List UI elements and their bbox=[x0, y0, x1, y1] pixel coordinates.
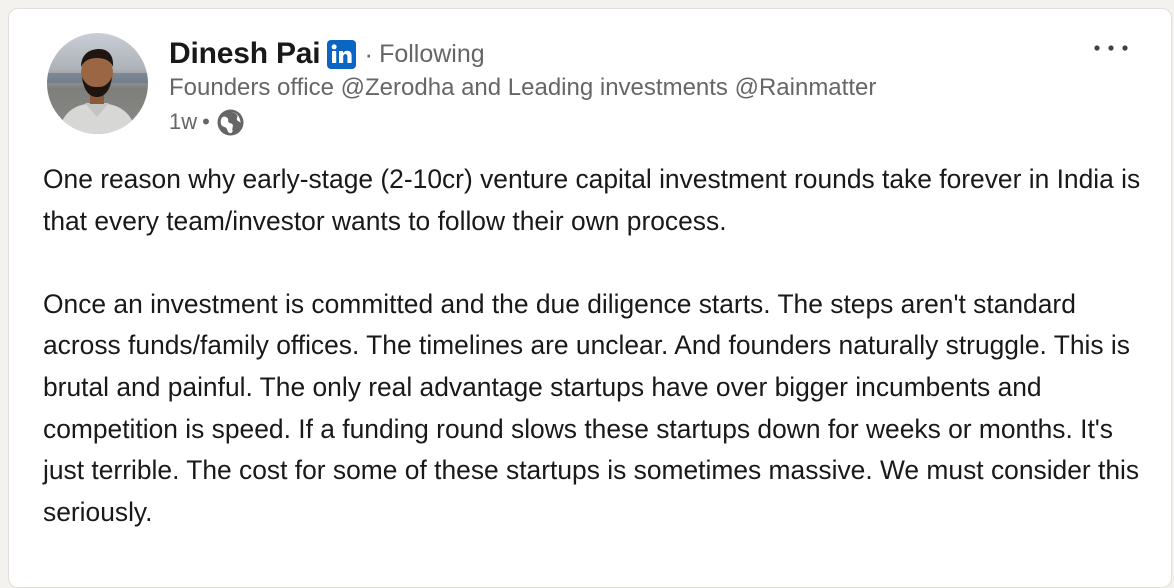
more-horizontal-icon bbox=[1094, 45, 1128, 51]
profile-photo bbox=[47, 33, 148, 134]
globe-icon bbox=[216, 108, 245, 137]
post-card: Dinesh Pai · Following Founders office @… bbox=[8, 8, 1172, 588]
follow-status: Following bbox=[379, 39, 485, 68]
avatar[interactable] bbox=[47, 33, 148, 134]
author-headline: Founders office @Zerodha and Leading inv… bbox=[169, 74, 877, 101]
linkedin-icon bbox=[327, 40, 357, 69]
author-row: Dinesh Pai · Following bbox=[169, 35, 485, 73]
separator-dot: • bbox=[202, 109, 210, 134]
more-options-button[interactable] bbox=[1089, 35, 1133, 61]
author-name[interactable]: Dinesh Pai bbox=[169, 37, 321, 71]
post-text: One reason why early-stage (2-10cr) vent… bbox=[43, 159, 1153, 533]
post-paragraph: One reason why early-stage (2-10cr) vent… bbox=[43, 164, 1141, 236]
post-age[interactable]: 1w bbox=[169, 109, 197, 135]
post-paragraph: Once an investment is committed and the … bbox=[43, 288, 1140, 527]
post-meta: 1w • bbox=[169, 107, 245, 137]
separator-dot: · bbox=[364, 38, 374, 69]
